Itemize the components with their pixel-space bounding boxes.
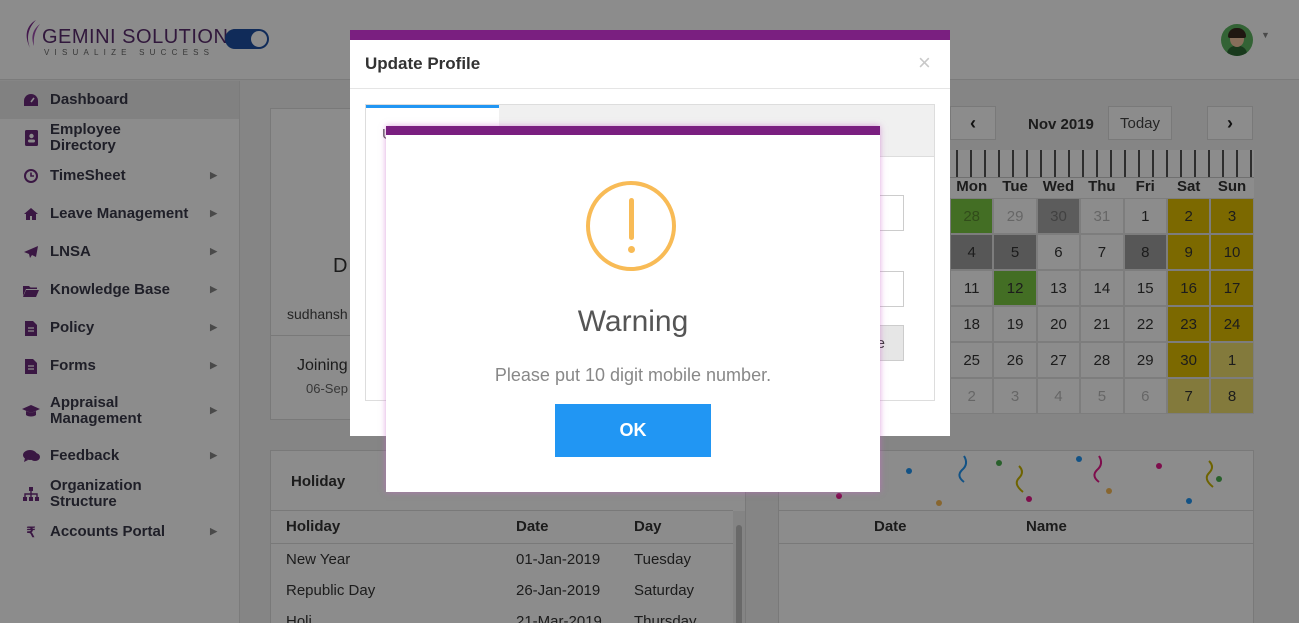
close-icon[interactable]: ×	[918, 50, 931, 76]
warning-alert: Warning Please put 10 digit mobile numbe…	[386, 126, 880, 492]
modal-header: Update Profile ×	[350, 40, 950, 89]
modal-title: Update Profile	[365, 54, 481, 73]
alert-message: Please put 10 digit mobile number.	[494, 365, 772, 385]
ok-button[interactable]: OK	[555, 404, 711, 457]
alert-title: Warning	[577, 305, 689, 338]
warning-exclamation-icon	[586, 181, 676, 271]
